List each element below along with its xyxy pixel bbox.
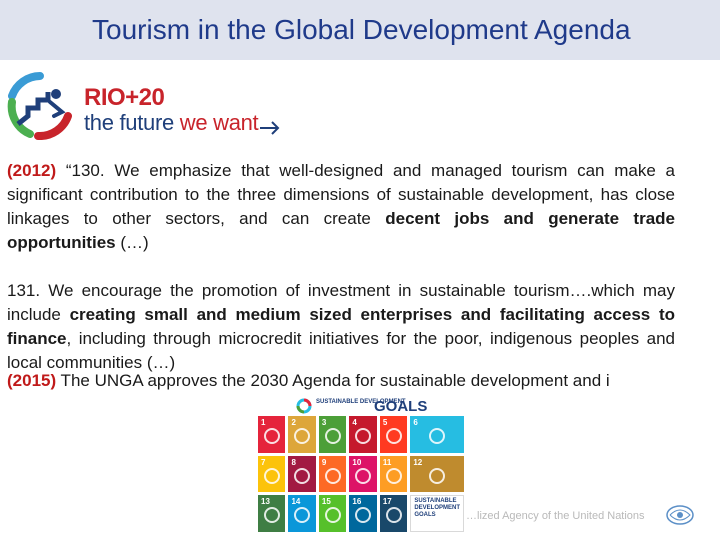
sdg-goal-icon: [263, 467, 280, 484]
sdg-goal-icon: [385, 467, 402, 484]
sdg-tile-number: 15: [321, 497, 331, 507]
rio20-emblem-icon: [7, 72, 72, 140]
sdg-tile-15: 15: [318, 495, 347, 532]
paragraph-131: 131. We encourage the promotion of inves…: [7, 279, 675, 375]
sdg-goal-icon: [429, 467, 446, 484]
rio20-tagline: the future we want: [84, 110, 280, 136]
sdg-goal-icon: [324, 428, 341, 445]
sdg-goal-icon: [429, 428, 446, 445]
sdg-goal-icon: [385, 428, 402, 445]
sdg-goal-icon: [324, 507, 341, 524]
sdg-goal-icon: [294, 507, 311, 524]
year-2012: (2012): [7, 161, 57, 180]
para3-text: The UNGA approves the 2030 Agenda for su…: [56, 371, 610, 390]
sdg-tile-16: 16: [349, 495, 377, 532]
sdg-tile-6: 6: [410, 416, 464, 453]
sdg-tile-number: 4: [352, 418, 357, 427]
un-emblem-icon: [666, 505, 694, 525]
sdg-tile-grid: 1 2 3 4 5 6 7 8 9 10 11 12 13 14 15 16 17 SUSTAINABLE DEV…: [258, 416, 464, 532]
sdg-tile-5: 5: [379, 416, 408, 453]
sdg-goal-icon: [355, 507, 372, 524]
sdg-tile-3: 3: [318, 416, 347, 453]
sdg-tile-17: 17: [379, 495, 408, 532]
sdg-tile-number: 7: [261, 457, 266, 467]
sdg-tile-number: 16: [352, 497, 362, 507]
sdg-tile-4: 4: [349, 416, 377, 453]
sdg-tile-number: 3: [321, 418, 327, 427]
sdg-tile-logo: SUSTAINABLE DEVELOPMENT GOALS: [410, 495, 464, 532]
sdg-tile-11: 11: [379, 455, 408, 493]
sdg-goal-icon: [355, 428, 372, 445]
sdg-tile-number: 9: [321, 457, 327, 467]
sdg-tile-number: 17: [382, 497, 392, 507]
sdg-goal-icon: [355, 467, 372, 484]
arrow-right-icon: [260, 121, 280, 135]
sdg-header-goals: GOALS: [374, 398, 428, 415]
rio20-logo: RIO+20 the future we want: [4, 72, 294, 142]
rio20-name: RIO+20: [84, 84, 165, 111]
sdg-tile-9: 9: [318, 455, 347, 493]
sdg-goal-icon: [263, 428, 280, 445]
tagline-part2: we want: [179, 110, 259, 135]
sdg-tile-number: 2: [291, 418, 296, 427]
sdg-header-word: SUSTAINABLE DEVELOPMENT: [316, 399, 406, 405]
sdg-tile-1: 1: [258, 416, 286, 453]
sdg-tile-number: 5: [382, 418, 388, 427]
sdg-tile-number: 12: [413, 457, 423, 467]
sdg-tile-13: 13: [258, 495, 286, 532]
paragraph-2015: (2015) The UNGA approves the 2030 Agenda…: [7, 371, 720, 391]
sdg-tile-10: 10: [349, 455, 377, 493]
paragraph-2012: (2012) “130. We emphasize that well-desi…: [7, 159, 675, 255]
sdg-tile-8: 8: [288, 455, 316, 493]
sdg-tile-number: 13: [261, 497, 270, 507]
sdg-tile-12: 12: [410, 455, 464, 493]
sdg-tile-number: 10: [352, 457, 362, 467]
title-bar: Tourism in the Global Development Agenda: [0, 0, 720, 60]
sdg-tile-2: 2: [288, 416, 316, 453]
para2-text2: , including through microcredit initiati…: [7, 329, 675, 372]
para1-end: (…): [115, 233, 149, 252]
sdg-tile-number: 8: [291, 457, 296, 467]
tagline-part1: the future: [84, 110, 174, 135]
sdg-tile-number: 11: [382, 457, 392, 467]
slide-title: Tourism in the Global Development Agenda: [92, 14, 631, 45]
sdg-goal-icon: [263, 507, 280, 524]
sdg-tile-number: 1: [261, 418, 266, 427]
sdg-tile-number: 6: [413, 418, 418, 427]
sdg-goal-icon: [294, 428, 311, 445]
sdg-wheel-icon: [296, 398, 312, 414]
sdg-goal-icon: [385, 507, 402, 524]
sdg-tile-14: 14: [288, 495, 316, 532]
sdg-goals-graphic: SUSTAINABLE DEVELOPMENT GOALS 1234567891…: [256, 394, 466, 534]
sdg-tile-number: 14: [291, 497, 301, 507]
sdg-goal-icon: [324, 467, 341, 484]
sdg-goal-icon: [294, 467, 311, 484]
year-2015: (2015): [7, 371, 57, 390]
sdg-tile-7: 7: [258, 455, 286, 493]
footer-text: …lized Agency of the United Nations: [466, 510, 645, 522]
